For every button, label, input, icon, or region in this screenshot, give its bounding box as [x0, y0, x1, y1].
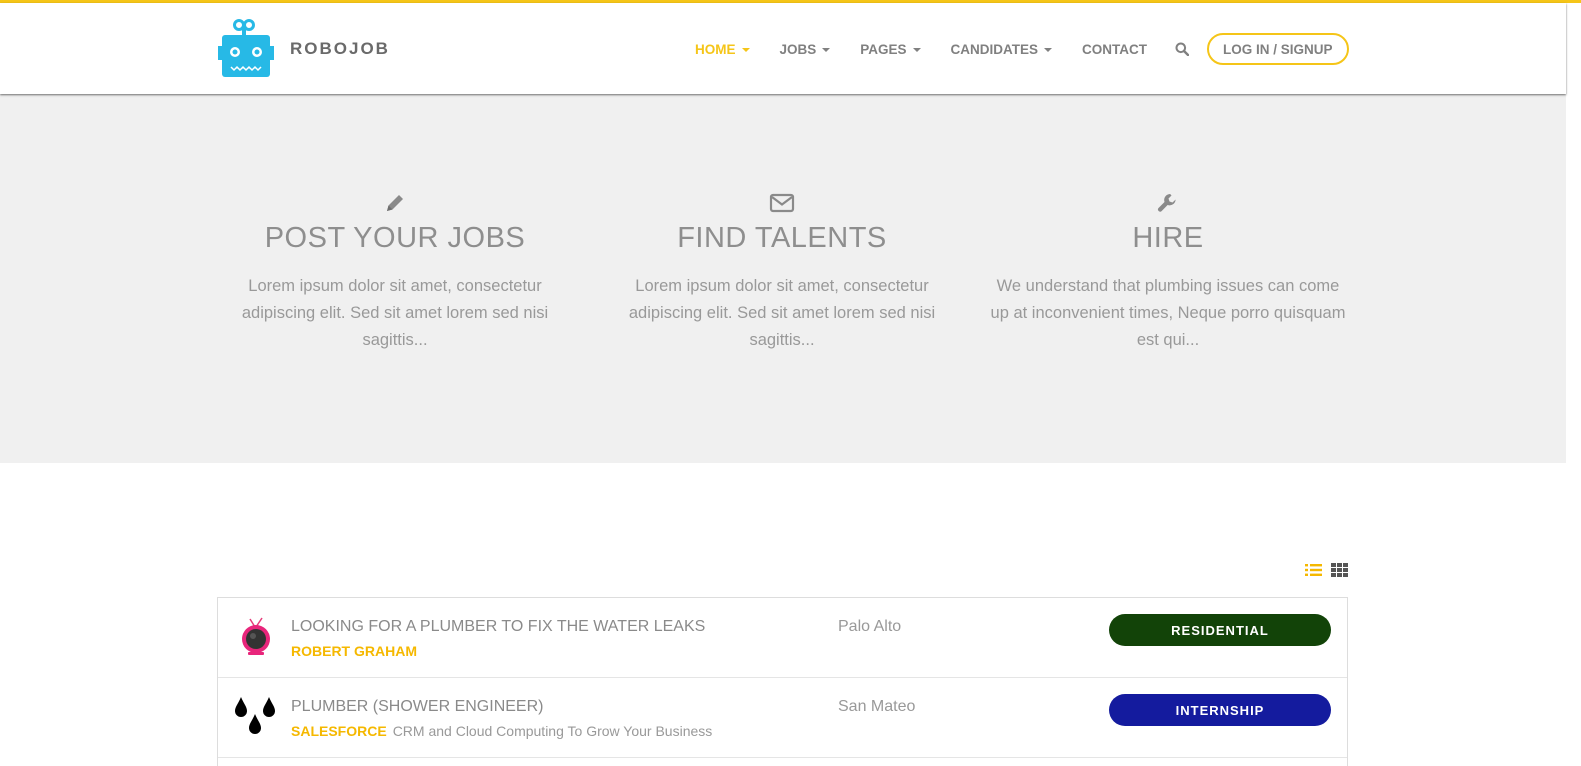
job-company: SALESFORCE CRM and Cloud Computing To Gro…	[291, 723, 712, 739]
nav-contact[interactable]: CONTACT	[1082, 42, 1147, 57]
wrench-icon	[1157, 194, 1176, 212]
nav-pages[interactable]: PAGES	[860, 41, 921, 57]
site-header: ROBOJOB HOME JOBS PAGES CANDIDATES CONTA…	[0, 3, 1566, 94]
job-type-badge[interactable]: INTERNSHIP	[1109, 694, 1331, 726]
envelope-icon	[769, 193, 795, 213]
feature-title: POST YOUR JOBS	[264, 222, 526, 254]
nav-home[interactable]: HOME	[695, 42, 750, 57]
job-row[interactable]: PLUMBER (SHOWER ENGINEER) SALESFORCE CRM …	[218, 678, 1347, 758]
nav-jobs[interactable]: JOBS	[780, 42, 831, 57]
tv-logo-icon	[232, 614, 278, 660]
job-location: San Mateo	[838, 698, 916, 715]
chevron-down-icon	[822, 48, 831, 52]
nav-jobs-label: JOBS	[779, 41, 817, 57]
feature-text: Lorem ipsum dolor sit amet, consectetur …	[241, 277, 549, 349]
feature-title: HIRE	[1132, 222, 1204, 254]
job-location: Palo Alto	[838, 618, 902, 635]
search-icon[interactable]	[1175, 42, 1190, 56]
feature-post-jobs: POST YOUR JOBS Lorem ipsum dolor sit ame…	[215, 192, 575, 354]
login-signup-button[interactable]: LOG IN / SIGNUP	[1207, 33, 1349, 65]
company-name[interactable]: ROBERT GRAHAM	[291, 643, 417, 659]
feature-text: Lorem ipsum dolor sit amet, consectetur …	[628, 277, 936, 349]
company-tagline: CRM and Cloud Computing To Grow Your Bus…	[392, 723, 713, 739]
brand-logo[interactable]: ROBOJOB	[218, 19, 390, 79]
nav-pages-label: PAGES	[860, 41, 907, 57]
job-company: ROBERT GRAHAM	[291, 643, 417, 659]
job-title[interactable]: LOOKING FOR A PLUMBER TO FIX THE WATER L…	[291, 618, 705, 636]
nav-home-label: HOME	[695, 41, 736, 57]
list-view-icon[interactable]	[1305, 563, 1322, 577]
job-row[interactable]: LOOKING FOR A PLUMBER TO FIX THE WATER L…	[218, 598, 1347, 678]
feature-find-talents: FIND TALENTS Lorem ipsum dolor sit amet,…	[602, 192, 962, 354]
feature-title: FIND TALENTS	[677, 222, 887, 254]
chevron-down-icon	[741, 48, 750, 52]
feature-text: We understand that plumbing issues can c…	[990, 277, 1346, 349]
main-nav: HOME JOBS PAGES CANDIDATES CONTACT LOG I…	[695, 33, 1349, 65]
brand-name: ROBOJOB	[290, 39, 390, 58]
job-title[interactable]: PLUMBER (SHOWER ENGINEER)	[291, 698, 543, 716]
chevron-down-icon	[1044, 48, 1053, 52]
nav-candidates-label: CANDIDATES	[950, 41, 1039, 57]
view-toggle	[1305, 563, 1348, 577]
pencil-icon	[387, 195, 403, 211]
job-type-badge[interactable]: RESIDENTIAL	[1109, 614, 1331, 646]
grid-view-icon[interactable]	[1331, 563, 1348, 577]
features-section: POST YOUR JOBS Lorem ipsum dolor sit ame…	[0, 94, 1566, 463]
robot-logo-icon	[218, 19, 274, 77]
nav-candidates[interactable]: CANDIDATES	[951, 42, 1053, 57]
chevron-down-icon	[912, 48, 921, 52]
job-list: LOOKING FOR A PLUMBER TO FIX THE WATER L…	[217, 597, 1348, 766]
water-drops-logo-icon	[232, 694, 278, 740]
nav-contact-label: CONTACT	[1082, 41, 1148, 57]
company-name[interactable]: SALESFORCE	[291, 723, 387, 739]
feature-hire: HIRE We understand that plumbing issues …	[988, 192, 1348, 354]
